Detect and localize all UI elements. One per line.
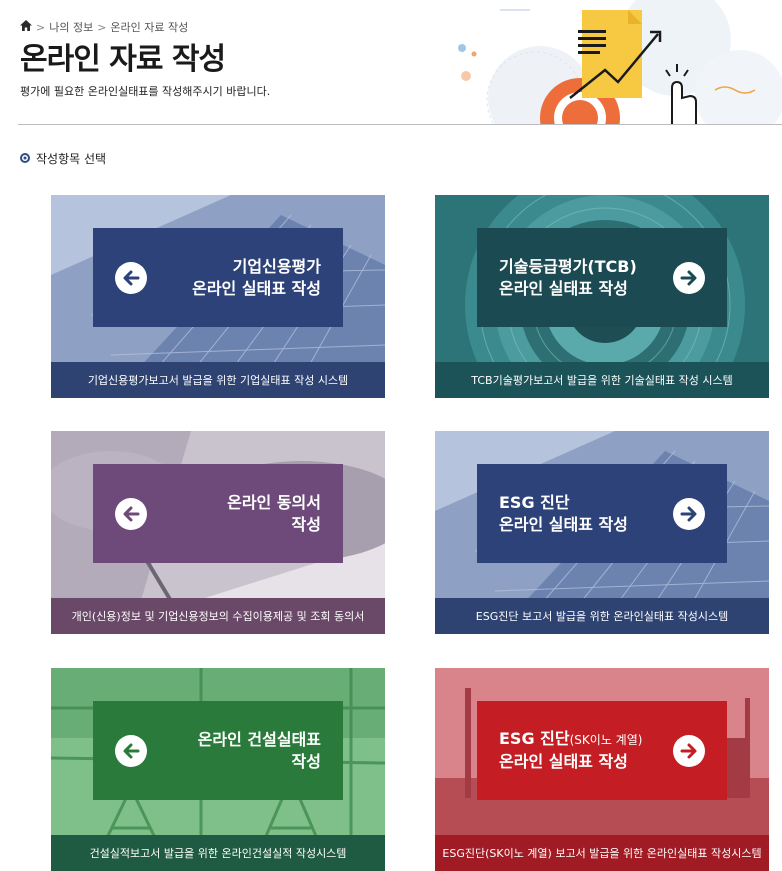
arrow-left-icon[interactable] [115,734,147,767]
card-title-line2: 작성 [291,751,321,771]
card-title-box[interactable]: 기업신용평가 온라인 실태표 작성 [93,228,343,327]
card-title: ESG 진단 온라인 실태표 작성 [499,492,628,536]
card-title-main: ESG 진단 [499,729,570,748]
card-title: 기업신용평가 온라인 실태표 작성 [192,256,321,300]
card-title-line1: ESG 진단 [499,492,570,512]
chevron-right-icon: > [97,20,107,34]
card-title-box[interactable]: ESG 진단(SK이노 계열) 온라인 실태표 작성 [477,701,727,800]
card-title: ESG 진단(SK이노 계열) 온라인 실태표 작성 [499,728,642,773]
card-caption: ESG진단 보고서 발급을 위한 온라인실태표 작성시스템 [435,598,769,634]
card-title-line1: 온라인 건설실태표 [197,729,321,749]
breadcrumb: > 나의 정보 > 온라인 자료 작성 [20,19,188,35]
card-caption: ESG진단(SK이노 계열) 보고서 발급을 위한 온라인실태표 작성시스템 [435,835,769,871]
card-caption: 건설실적보고서 발급을 위한 온라인건설실적 작성시스템 [51,835,385,871]
card-caption: 기업신용평가보고서 발급을 위한 기업실태표 작성 시스템 [51,362,385,398]
card-esg-diagnosis[interactable]: ESG 진단 온라인 실태표 작성 ESG진단 보고서 발급을 위한 온라인실태… [435,431,769,634]
card-title-box[interactable]: 온라인 동의서 작성 [93,464,343,563]
home-icon[interactable] [20,20,32,34]
arrow-right-icon[interactable] [673,734,705,767]
card-title-line2: 온라인 실태표 작성 [499,752,628,771]
card-title-line1: 기술등급평가(TCB) [499,256,637,276]
card-title-line2: 온라인 실태표 작성 [499,514,628,534]
page-description: 평가에 필요한 온라인실태표를 작성해주시기 바랍니다. [20,85,271,98]
header-divider [18,124,782,125]
card-credit-rating[interactable]: 기업신용평가 온라인 실태표 작성 기업신용평가보고서 발급을 위한 기업실태표… [51,195,385,398]
card-caption: TCB기술평가보고서 발급을 위한 기술실태표 작성 시스템 [435,362,769,398]
bullet-icon [20,152,30,166]
card-caption: 개인(신용)정보 및 기업신용정보의 수집이용제공 및 조회 동의서 [51,598,385,634]
arrow-right-icon[interactable] [673,261,705,294]
chevron-right-icon: > [36,20,46,34]
card-title-line2: 온라인 실태표 작성 [192,278,321,298]
card-online-consent[interactable]: 온라인 동의서 작성 개인(신용)정보 및 기업신용정보의 수집이용제공 및 조… [51,431,385,634]
card-title-box[interactable]: 기술등급평가(TCB) 온라인 실태표 작성 [477,228,727,327]
card-title-line1: ESG 진단(SK이노 계열) [499,728,642,751]
page-title: 온라인 자료 작성 [20,42,226,77]
arrow-left-icon[interactable] [115,261,147,294]
card-construction-report[interactable]: 온라인 건설실태표 작성 건설실적보고서 발급을 위한 온라인건설실적 작성시스… [51,668,385,871]
card-title-box[interactable]: 온라인 건설실태표 작성 [93,701,343,800]
card-title-line1: 기업신용평가 [232,256,321,276]
card-title-line2: 작성 [291,514,321,534]
breadcrumb-item[interactable]: 온라인 자료 작성 [110,19,188,35]
arrow-left-icon[interactable] [115,497,147,530]
header-illustration [458,0,782,124]
breadcrumb-item[interactable]: 나의 정보 [49,19,93,35]
card-title: 온라인 동의서 작성 [227,492,321,536]
section-label: 작성항목 선택 [20,150,106,167]
card-esg-sk-diagnosis[interactable]: ESG 진단(SK이노 계열) 온라인 실태표 작성 ESG진단(SK이노 계열… [435,668,769,871]
card-tcb-rating[interactable]: 기술등급평가(TCB) 온라인 실태표 작성 TCB기술평가보고서 발급을 위한… [435,195,769,398]
arrow-right-icon[interactable] [673,497,705,530]
section-label-text: 작성항목 선택 [36,152,107,166]
card-title: 기술등급평가(TCB) 온라인 실태표 작성 [499,256,637,300]
card-title: 온라인 건설실태표 작성 [198,729,321,773]
card-title-box[interactable]: ESG 진단 온라인 실태표 작성 [477,464,727,563]
card-title-line2: 온라인 실태표 작성 [499,278,628,298]
card-title-sub: (SK이노 계열) [569,733,643,747]
card-title-line1: 온라인 동의서 [227,492,321,512]
